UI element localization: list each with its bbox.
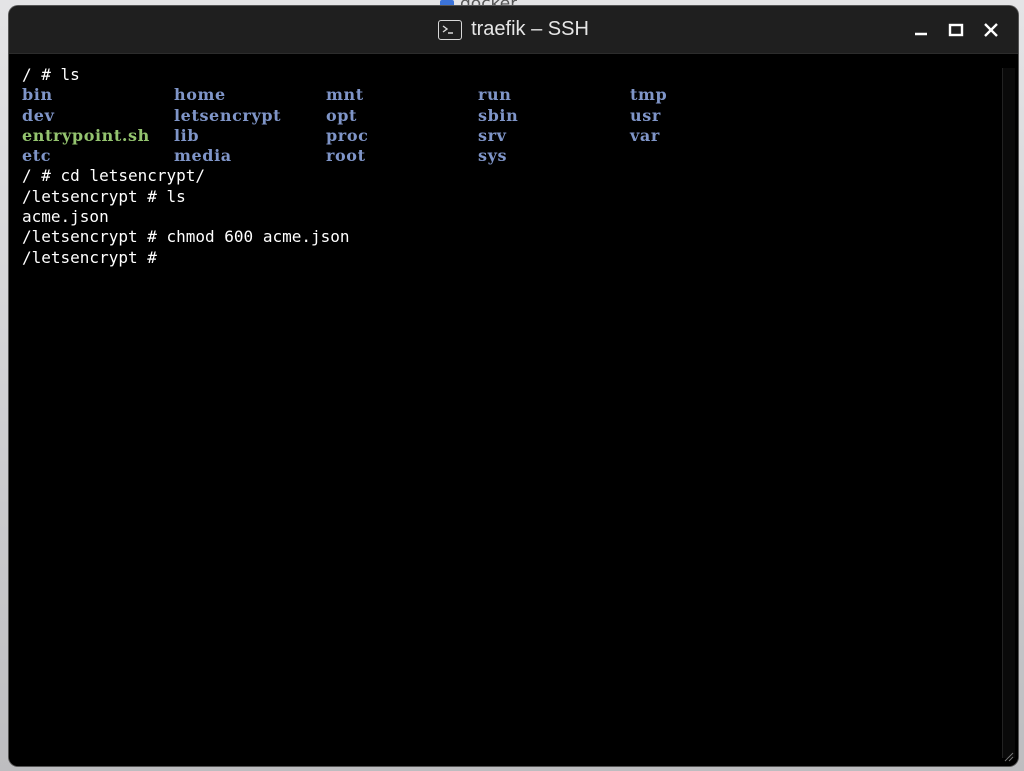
listing-entry: sbin [478, 105, 519, 125]
vertical-scrollbar[interactable] [1002, 68, 1015, 758]
listing-entry: media [174, 146, 232, 166]
listing-entry: mnt [326, 85, 364, 105]
terminal-line: /letsencrypt # chmod 600 acme.json [22, 227, 350, 247]
close-icon [984, 23, 998, 37]
maximize-button[interactable] [942, 16, 970, 44]
listing-entry-executable: entrypoint.sh [22, 125, 150, 145]
terminal-prompt-line[interactable]: /letsencrypt # [22, 248, 350, 268]
listing-entry: srv [478, 125, 507, 145]
minimize-button[interactable] [907, 16, 935, 44]
minimize-icon [915, 32, 927, 36]
listing-entry: var [630, 125, 660, 145]
resize-grip-icon[interactable] [1002, 750, 1014, 762]
maximize-icon [948, 23, 964, 37]
terminal-line: / # ls [22, 65, 80, 84]
listing-row: entrypoint.sh lib proc srv var [22, 125, 659, 146]
listing-entry: proc [326, 125, 369, 145]
listing-entry: home [174, 85, 226, 105]
listing-entry: bin [22, 85, 53, 105]
listing-entry: opt [326, 105, 358, 125]
listing-entry: usr [630, 105, 661, 125]
listing-entry: dev [22, 105, 55, 125]
listing-row: bin home mnt run tmp [22, 85, 667, 105]
listing-entry: tmp [630, 85, 668, 105]
listing-row: etc media root sys [22, 146, 507, 166]
listing-entry: root [326, 146, 366, 166]
terminal-line: / # cd letsencrypt/ [22, 166, 206, 186]
terminal-area[interactable]: / # ls bin home mnt run tmp dev letsencr… [9, 54, 1018, 766]
listing-entry: run [478, 85, 512, 105]
terminal-line: acme.json [22, 207, 109, 227]
title-group: traefik – SSH [9, 6, 1018, 53]
close-button[interactable] [977, 16, 1005, 44]
window-title: traefik – SSH [471, 18, 589, 40]
listing-entry: etc [22, 146, 52, 166]
ssh-terminal-window: traefik – SSH / # ls bin home mnt run tm… [9, 6, 1018, 766]
listing-entry: letsencrypt [174, 105, 282, 125]
listing-entry: lib [174, 125, 200, 145]
listing-row: dev letsencrypt opt sbin usr [22, 105, 660, 126]
terminal-icon [438, 19, 463, 40]
title-bar[interactable]: traefik – SSH [9, 6, 1018, 54]
listing-entry: sys [478, 146, 508, 166]
terminal-line: /letsencrypt # ls [22, 186, 186, 206]
terminal-output: / # ls bin home mnt run tmp dev letsencr… [22, 65, 667, 268]
